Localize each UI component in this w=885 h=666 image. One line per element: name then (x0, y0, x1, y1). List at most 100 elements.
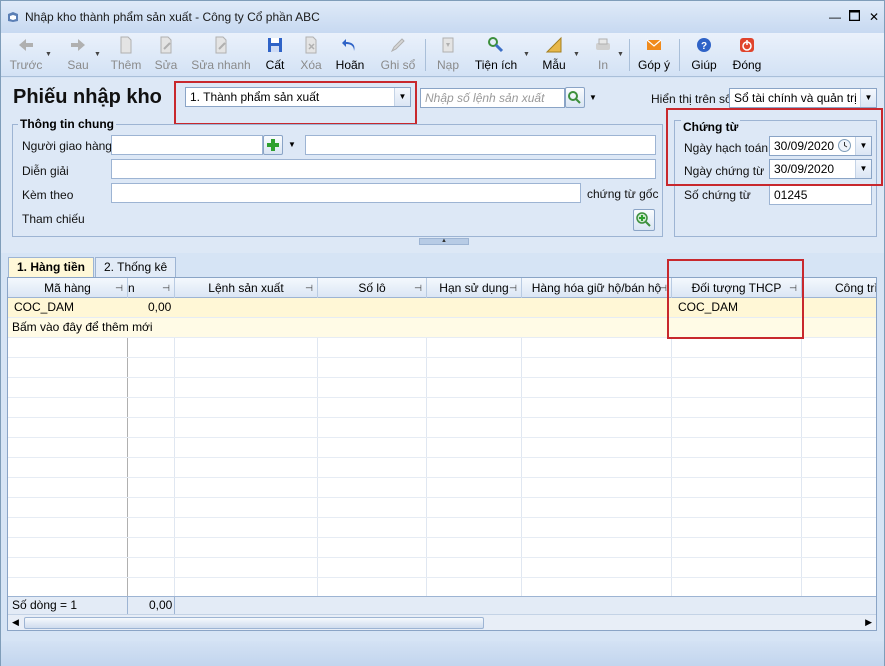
table-row[interactable] (8, 438, 876, 458)
col-item-code[interactable]: Mã hàng ⊣ (8, 278, 128, 298)
row-count: Số dòng = 1 (12, 598, 78, 612)
highlight-box (666, 108, 883, 186)
col-expiry[interactable]: Hạn sử dụng ⊣ (427, 278, 522, 298)
table-row[interactable] (8, 338, 876, 358)
item-code-cell[interactable]: COC_DAM (14, 298, 74, 317)
template-label: Mẫu (542, 58, 566, 72)
prev-label: Trước (9, 58, 43, 72)
add-new-hint: Bấm vào đây để thêm mới (12, 320, 153, 334)
post-button[interactable]: Ghi sổ (378, 35, 418, 75)
table-row[interactable] (8, 558, 876, 578)
scroll-right-icon[interactable]: ▶ (865, 617, 872, 628)
chevron-down-icon[interactable]: ▼ (573, 51, 580, 58)
save-icon (268, 38, 282, 52)
table-row[interactable] (8, 358, 876, 378)
reference-button[interactable] (633, 209, 655, 231)
attachment-label: Kèm theo (22, 188, 74, 202)
deliverer-input[interactable] (111, 135, 263, 155)
table-row[interactable] (8, 378, 876, 398)
template-button[interactable]: Mẫu (539, 35, 569, 75)
pin-icon[interactable]: ⊣ (659, 278, 667, 298)
description-input[interactable] (111, 159, 656, 179)
col-lot[interactable]: Số lô ⊣ (318, 278, 427, 298)
scroll-thumb[interactable] (24, 617, 484, 629)
col-amount-label: n (128, 281, 135, 295)
close-button[interactable]: Đóng (729, 35, 765, 75)
deliverer-label: Người giao hàng (22, 139, 112, 153)
col-project[interactable]: Công trì (802, 278, 876, 298)
chevron-down-icon[interactable]: ▼ (860, 89, 876, 107)
amount-cell[interactable]: 0,00 (148, 298, 171, 317)
table-row[interactable] (8, 418, 876, 438)
chevron-down-icon[interactable]: ▼ (523, 51, 530, 58)
load-icon (442, 37, 454, 53)
tab-statistics[interactable]: 2. Thống kê (95, 257, 177, 278)
chevron-down-icon[interactable]: ▼ (288, 140, 296, 149)
edit-label: Sửa (154, 58, 178, 72)
save-button[interactable]: Cất (261, 35, 289, 75)
chevron-down-icon[interactable]: ▼ (45, 51, 52, 58)
add-button[interactable]: Thêm (109, 35, 143, 75)
close-icon[interactable]: ✕ (867, 10, 881, 24)
toolbar-separator (629, 39, 630, 71)
utilities-button[interactable]: Tiện ích (473, 35, 519, 75)
search-add-icon (636, 212, 651, 227)
table-row[interactable] (8, 478, 876, 498)
toolbar: Trước ▼ Sau ▼ Thêm Sửa Sửa nhanh Cất Xóa (1, 33, 884, 77)
maximize-icon[interactable] (847, 9, 861, 24)
chevron-down-icon[interactable]: ▼ (617, 51, 624, 58)
new-document-icon (120, 36, 132, 54)
quick-edit-button[interactable]: Sửa nhanh (191, 35, 251, 75)
pin-icon[interactable]: ⊣ (115, 278, 123, 298)
ruler-icon (545, 36, 562, 53)
table-row[interactable] (8, 458, 876, 478)
next-label: Sau (67, 58, 89, 72)
table-row[interactable] (8, 398, 876, 418)
deliverer-name-input[interactable] (305, 135, 656, 155)
tab-goods-money[interactable]: 1. Hàng tiền (8, 257, 95, 278)
feedback-label: Góp ý (637, 58, 670, 72)
pin-icon[interactable]: ⊣ (509, 278, 517, 298)
table-row[interactable] (8, 518, 876, 538)
scroll-left-icon[interactable]: ◀ (12, 617, 19, 628)
table-row[interactable] (8, 578, 876, 598)
attachment-input[interactable] (111, 183, 581, 203)
chevron-down-icon[interactable]: ▼ (94, 51, 101, 58)
col-amount[interactable]: n ⊣ (128, 278, 175, 298)
feedback-button[interactable]: Góp ý (637, 35, 671, 75)
edit-button[interactable]: Sửa (151, 35, 181, 75)
title-bar: Nhập kho thành phẩm sản xuất - Công ty C… (1, 1, 884, 33)
display-select[interactable]: Sổ tài chính và quản trị ▼ (729, 88, 877, 108)
help-button[interactable]: ? Giúp (689, 35, 719, 75)
table-row[interactable] (8, 538, 876, 558)
print-button[interactable]: In (591, 35, 615, 75)
undo-label: Hoãn (335, 58, 365, 72)
search-button[interactable] (565, 87, 585, 108)
horizontal-scrollbar[interactable]: ◀ ▶ (8, 614, 876, 630)
voucher-no-input[interactable]: 01245 (769, 185, 872, 205)
highlight-box (667, 259, 804, 339)
col-consignment[interactable]: Hàng hóa giữ hộ/bán hộ ⊣ (522, 278, 672, 298)
pin-icon[interactable]: ⊣ (305, 278, 313, 298)
chevron-down-icon[interactable]: ▼ (589, 93, 597, 102)
plus-icon (267, 139, 279, 151)
pencil-icon (390, 38, 405, 53)
arrow-left-icon (19, 39, 33, 51)
collapse-handle[interactable]: ▲ (419, 238, 469, 245)
col-item-code-label: Mã hàng (44, 281, 91, 295)
minimize-icon[interactable]: — (828, 10, 842, 24)
undo-icon (342, 39, 355, 51)
undo-button[interactable]: Hoãn (334, 35, 366, 75)
add-deliverer-button[interactable] (263, 135, 283, 155)
pin-icon[interactable]: ⊣ (414, 278, 422, 298)
col-production-order[interactable]: Lệnh sản xuất ⊣ (175, 278, 318, 298)
delete-button[interactable]: Xóa (297, 35, 325, 75)
svg-text:?: ? (701, 41, 707, 52)
pin-icon[interactable]: ⊣ (162, 278, 170, 298)
next-button[interactable]: Sau (61, 35, 95, 75)
production-order-input[interactable]: Nhập số lệnh sản xuất (420, 88, 565, 108)
load-button[interactable]: Nạp (433, 35, 463, 75)
prev-button[interactable]: Trước (9, 35, 43, 75)
table-row[interactable] (8, 498, 876, 518)
footer-divider (127, 597, 128, 615)
